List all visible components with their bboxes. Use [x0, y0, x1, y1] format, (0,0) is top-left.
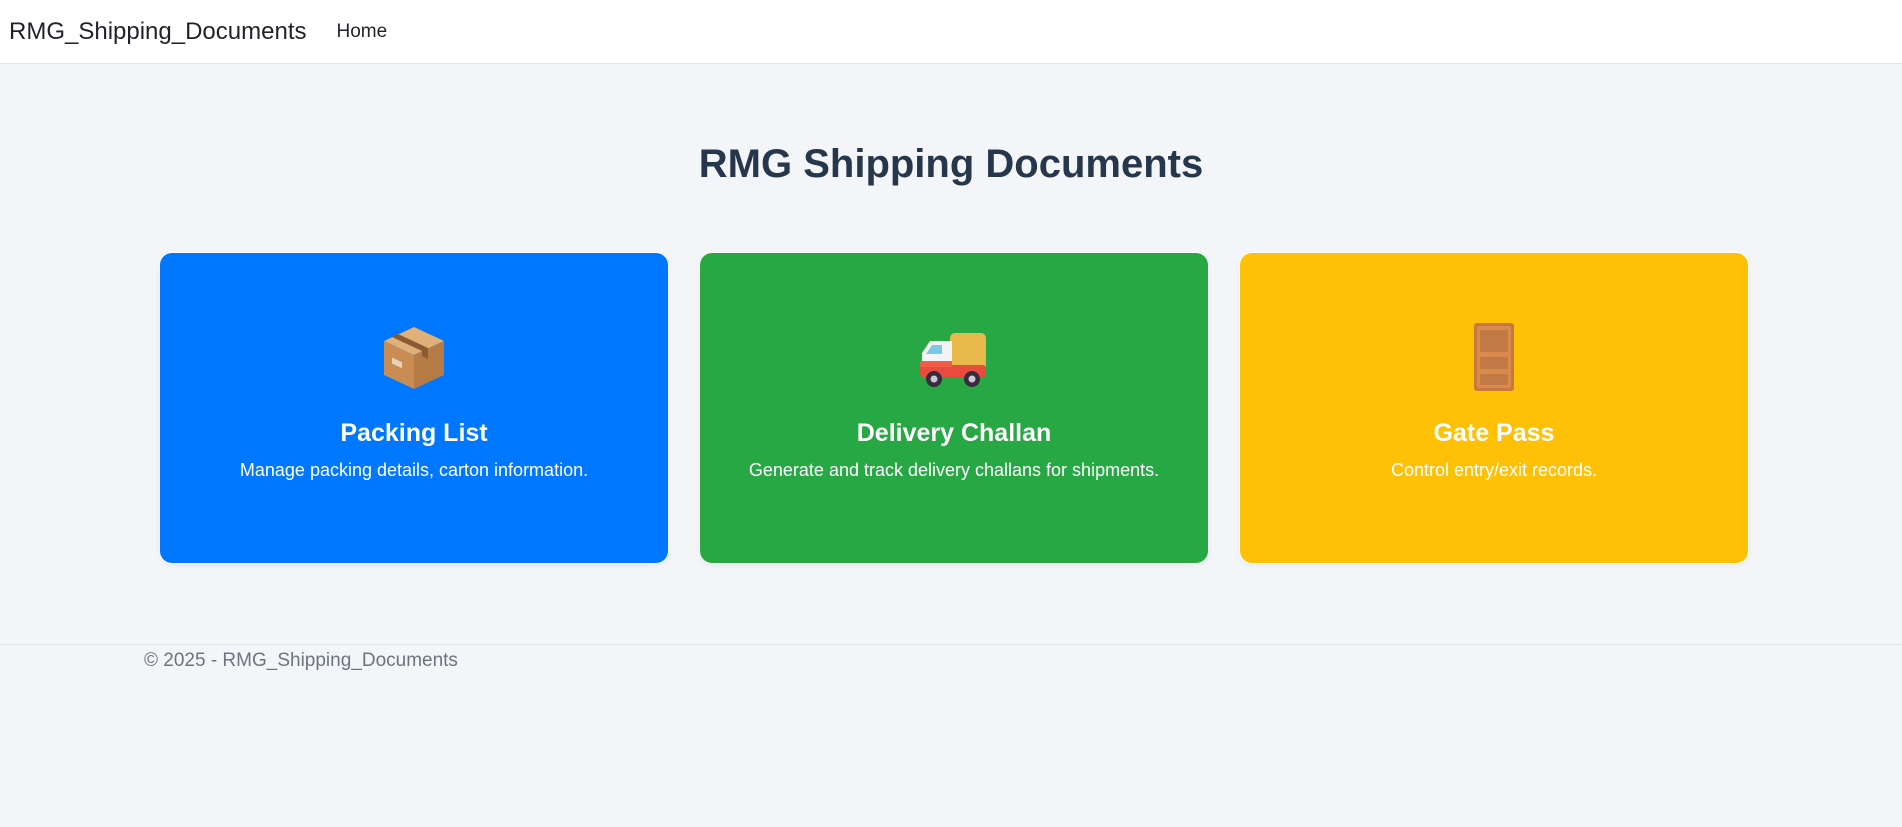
footer-divider — [0, 644, 1902, 645]
package-icon — [384, 327, 444, 389]
card-description: Manage packing details, carton informati… — [239, 460, 589, 480]
card-title: Delivery Challan — [856, 419, 1052, 447]
delivery-truck-icon — [920, 333, 986, 387]
nav-link-home[interactable]: Home — [336, 21, 387, 43]
brand-link[interactable]: RMG_Shipping_Documents — [9, 18, 306, 46]
card-title: Gate Pass — [1433, 419, 1555, 447]
card-title: Packing List — [340, 419, 488, 447]
card-description: Generate and track delivery challans for… — [748, 460, 1160, 480]
card-packing-list[interactable]: Packing List Manage packing details, car… — [160, 253, 668, 563]
footer-copyright: © 2025 - RMG_Shipping_Documents — [144, 650, 458, 671]
card-gate-pass[interactable]: Gate Pass Control entry/exit records. — [1240, 253, 1748, 563]
top-navbar: RMG_Shipping_Documents Home — [0, 0, 1902, 64]
card-description: Control entry/exit records. — [1390, 460, 1598, 480]
page-title: RMG Shipping Documents — [698, 142, 1204, 186]
door-icon — [1474, 323, 1514, 391]
card-delivery-challan[interactable]: Delivery Challan Generate and track deli… — [700, 253, 1208, 563]
